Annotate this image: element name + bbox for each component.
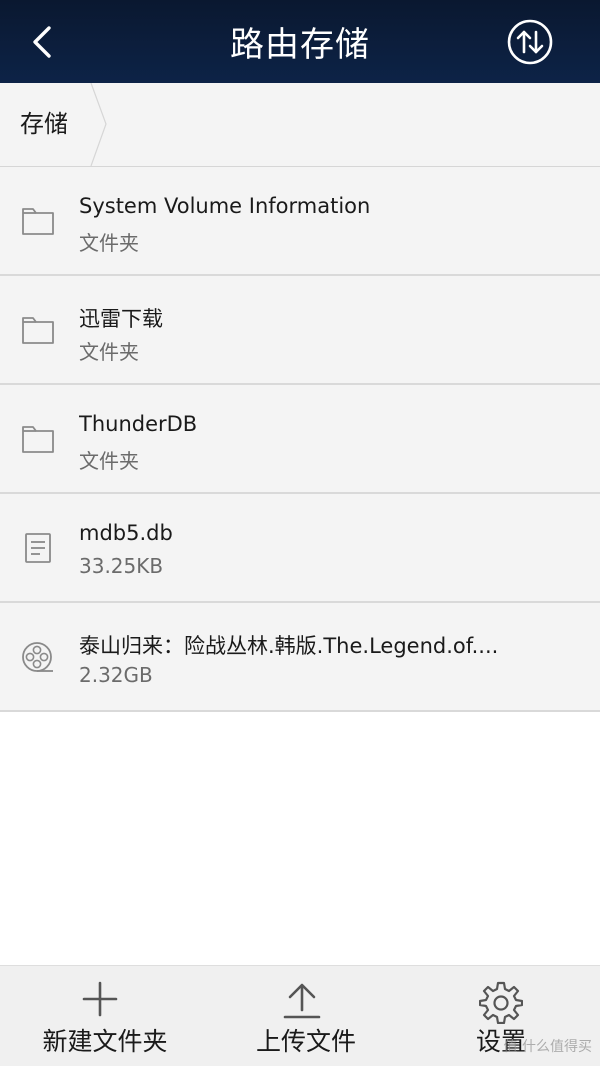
file-list: System Volume Information 文件夹 迅雷下载 文件夹 T…	[0, 167, 600, 712]
file-name: 迅雷下载	[79, 307, 163, 331]
file-name: ThunderDB	[79, 412, 198, 436]
transfer-list-button[interactable]	[506, 18, 554, 66]
gear-icon	[479, 981, 523, 1024]
file-name: 泰山归来：险战丛林.韩版.The.Legend.of....	[79, 634, 499, 658]
breadcrumb-separator-icon	[90, 83, 107, 166]
file-meta: 文件夹	[79, 231, 139, 255]
upload-file-button[interactable]: 上传文件	[240, 966, 372, 1066]
file-name: System Volume Information	[79, 194, 371, 218]
bottom-toolbar: 新建文件夹 上传文件 设置 值 什么值得买	[0, 965, 600, 1066]
file-row-system-volume-information[interactable]: System Volume Information 文件夹	[0, 167, 600, 276]
new-folder-label: 新建文件夹	[42, 1027, 168, 1056]
chevron-left-icon	[33, 26, 51, 58]
file-meta: 2.32GB	[79, 663, 153, 687]
upload-icon	[283, 983, 321, 1019]
watermark: 值 什么值得买	[503, 1039, 592, 1055]
new-folder-button[interactable]: 新建文件夹	[30, 966, 180, 1066]
breadcrumb-item-label: 存储	[20, 110, 68, 138]
document-icon	[25, 533, 51, 563]
file-row-mdb5-db[interactable]: mdb5.db 33.25KB	[0, 494, 600, 603]
top-nav-bar: 路由存储	[0, 0, 600, 83]
upload-file-label: 上传文件	[255, 1027, 356, 1056]
film-reel-icon	[22, 642, 53, 672]
plus-icon	[82, 981, 118, 1017]
folder-icon	[22, 317, 54, 344]
up-down-arrows-icon	[507, 19, 553, 65]
file-meta: 文件夹	[79, 449, 139, 473]
breadcrumb: 存储	[0, 83, 600, 167]
folder-icon	[22, 426, 54, 453]
folder-icon	[22, 208, 54, 235]
file-meta: 文件夹	[79, 340, 139, 364]
file-row-video[interactable]: 泰山归来：险战丛林.韩版.The.Legend.of.... 2.32GB	[0, 603, 600, 712]
back-button[interactable]	[22, 20, 62, 64]
file-meta: 33.25KB	[79, 554, 164, 578]
file-row-thunderdb[interactable]: ThunderDB 文件夹	[0, 385, 600, 494]
file-row-xunlei-download[interactable]: 迅雷下载 文件夹	[0, 276, 600, 385]
file-name: mdb5.db	[79, 521, 173, 545]
breadcrumb-item-storage[interactable]: 存储	[0, 83, 110, 166]
